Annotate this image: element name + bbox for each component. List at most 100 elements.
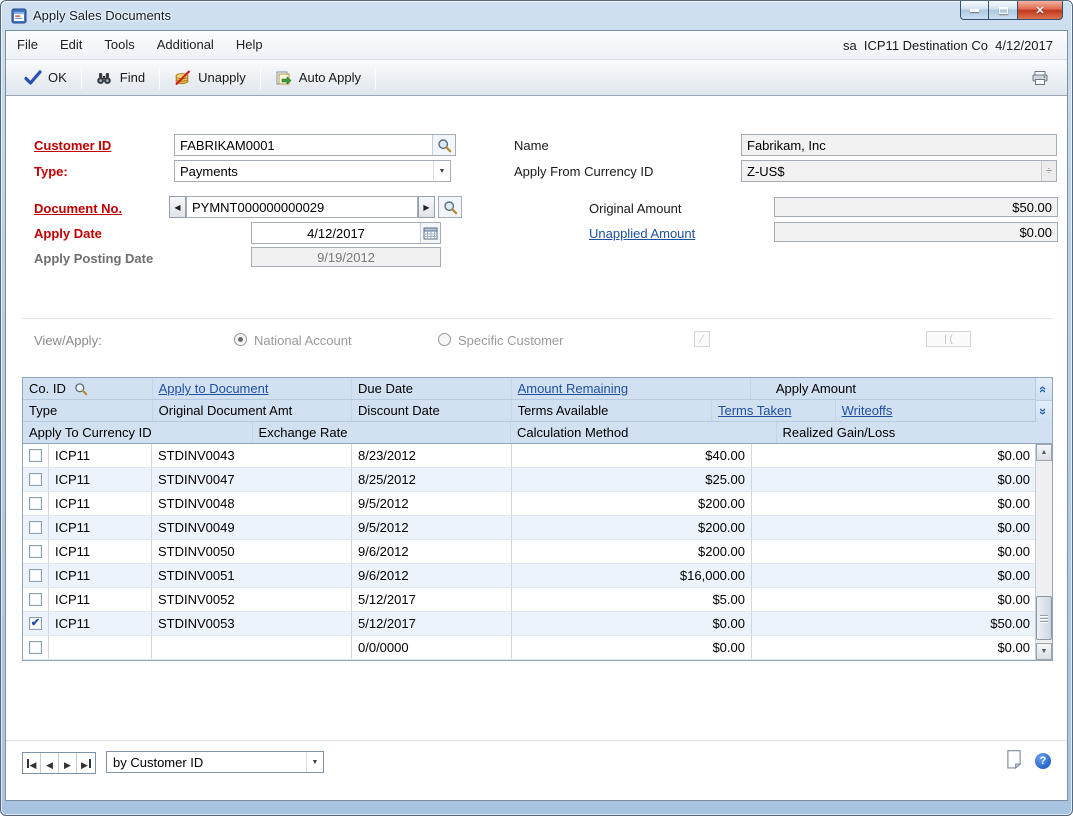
sort-by-dropdown[interactable]: by Customer ID <box>106 751 324 773</box>
cell-apply-amount[interactable]: $0.00 <box>752 540 1037 563</box>
magnifier-icon[interactable] <box>74 382 88 396</box>
maximize-button[interactable] <box>989 1 1017 20</box>
cell-co-id[interactable]: ICP11 <box>49 516 152 539</box>
row-checkbox[interactable] <box>29 617 42 630</box>
table-row[interactable]: ICP11STDINV00499/5/2012$200.00$0.00 <box>23 516 1052 540</box>
cell-apply-to-document[interactable]: STDINV0053 <box>152 612 352 635</box>
print-button[interactable] <box>1021 65 1059 91</box>
amount-remaining-header[interactable]: Amount Remaining <box>512 378 751 399</box>
writeoffs-header[interactable]: Writeoffs <box>836 400 1035 421</box>
cell-amount-remaining[interactable]: $16,000.00 <box>512 564 752 587</box>
document-no-value[interactable]: PYMNT000000000029 <box>187 200 417 215</box>
cell-due-date[interactable]: 8/25/2012 <box>352 468 512 491</box>
cell-apply-to-document[interactable]: STDINV0048 <box>152 492 352 515</box>
help-button[interactable] <box>1035 753 1051 769</box>
table-row[interactable]: ICP11STDINV00478/25/2012$25.00$0.00 <box>23 468 1052 492</box>
row-select-cell[interactable] <box>23 444 49 467</box>
cell-co-id[interactable]: ICP11 <box>49 612 152 635</box>
cell-amount-remaining[interactable]: $25.00 <box>512 468 752 491</box>
row-checkbox[interactable] <box>29 497 42 510</box>
menu-additional[interactable]: Additional <box>146 31 225 59</box>
cell-due-date[interactable]: 5/12/2017 <box>352 588 512 611</box>
cell-amount-remaining[interactable]: $40.00 <box>512 444 752 467</box>
scroll-down-button[interactable] <box>1036 643 1052 660</box>
cell-amount-remaining[interactable]: $200.00 <box>512 492 752 515</box>
grid-scrollbar[interactable] <box>1035 444 1052 660</box>
chevron-down-icon[interactable] <box>433 161 450 181</box>
cell-apply-to-document[interactable]: STDINV0052 <box>152 588 352 611</box>
cell-apply-amount[interactable]: $0.00 <box>752 516 1037 539</box>
cell-amount-remaining[interactable]: $0.00 <box>512 636 752 659</box>
cell-co-id[interactable]: ICP11 <box>49 444 152 467</box>
apply-date-value[interactable]: 4/12/2017 <box>252 226 420 241</box>
cell-apply-to-document[interactable] <box>152 636 352 659</box>
cell-co-id[interactable]: ICP11 <box>49 588 152 611</box>
row-select-cell[interactable] <box>23 516 49 539</box>
minimize-button[interactable] <box>960 1 989 20</box>
menu-edit[interactable]: Edit <box>49 31 93 59</box>
table-row[interactable]: 0/0/0000$0.00$0.00 <box>23 636 1052 660</box>
document-no-label[interactable]: Document No. <box>34 201 122 216</box>
table-row[interactable]: ICP11STDINV00509/6/2012$200.00$0.00 <box>23 540 1052 564</box>
apply-date-field[interactable]: 4/12/2017 <box>251 222 441 244</box>
next-record-button[interactable] <box>59 753 77 773</box>
close-button[interactable] <box>1017 1 1063 20</box>
cell-apply-to-document[interactable]: STDINV0050 <box>152 540 352 563</box>
row-checkbox[interactable] <box>29 569 42 582</box>
cell-apply-to-document[interactable]: STDINV0043 <box>152 444 352 467</box>
cell-apply-amount[interactable]: $0.00 <box>752 468 1037 491</box>
cell-apply-to-document[interactable]: STDINV0051 <box>152 564 352 587</box>
row-select-cell[interactable] <box>23 612 49 635</box>
cell-co-id[interactable] <box>49 636 152 659</box>
last-record-button[interactable] <box>77 753 95 773</box>
cell-apply-amount[interactable]: $50.00 <box>752 612 1037 635</box>
cell-due-date[interactable]: 8/23/2012 <box>352 444 512 467</box>
note-button[interactable] <box>1005 749 1025 770</box>
cell-co-id[interactable]: ICP11 <box>49 564 152 587</box>
calendar-button[interactable] <box>420 223 440 243</box>
table-row[interactable]: ICP11STDINV00438/23/2012$40.00$0.00 <box>23 444 1052 468</box>
table-row[interactable]: ICP11STDINV00489/5/2012$200.00$0.00 <box>23 492 1052 516</box>
row-select-cell[interactable] <box>23 636 49 659</box>
row-select-cell[interactable] <box>23 540 49 563</box>
row-select-cell[interactable] <box>23 588 49 611</box>
next-document-button[interactable] <box>418 196 435 218</box>
cell-apply-amount[interactable]: $0.00 <box>752 444 1037 467</box>
row-select-cell[interactable] <box>23 492 49 515</box>
terms-taken-header[interactable]: Terms Taken <box>712 400 836 421</box>
cell-due-date[interactable]: 9/5/2012 <box>352 516 512 539</box>
document-no-lookup-button[interactable] <box>438 196 462 218</box>
cell-apply-amount[interactable]: $0.00 <box>752 636 1037 659</box>
customer-id-field[interactable]: FABRIKAM0001 <box>174 134 456 156</box>
auto-apply-button[interactable]: Auto Apply <box>265 65 371 91</box>
cell-co-id[interactable]: ICP11 <box>49 492 152 515</box>
expand-detail-button[interactable] <box>1035 400 1052 422</box>
ok-button[interactable]: OK <box>14 65 77 91</box>
cell-amount-remaining[interactable]: $200.00 <box>512 540 752 563</box>
cell-due-date[interactable]: 9/5/2012 <box>352 492 512 515</box>
scrollbar-thumb[interactable] <box>1036 596 1052 640</box>
cell-apply-amount[interactable]: $0.00 <box>752 564 1037 587</box>
chevron-down-icon[interactable] <box>306 752 323 772</box>
row-checkbox[interactable] <box>29 593 42 606</box>
cell-amount-remaining[interactable]: $0.00 <box>512 612 752 635</box>
menu-help[interactable]: Help <box>225 31 274 59</box>
titlebar[interactable]: Apply Sales Documents <box>1 1 1072 30</box>
cell-due-date[interactable]: 9/6/2012 <box>352 564 512 587</box>
type-dropdown[interactable]: Payments <box>174 160 451 182</box>
menu-tools[interactable]: Tools <box>93 31 145 59</box>
first-record-button[interactable] <box>23 753 41 773</box>
previous-record-button[interactable] <box>41 753 59 773</box>
cell-apply-to-document[interactable]: STDINV0047 <box>152 468 352 491</box>
find-button[interactable]: Find <box>86 65 155 91</box>
table-row[interactable]: ICP11STDINV00525/12/2017$5.00$0.00 <box>23 588 1052 612</box>
row-checkbox[interactable] <box>29 449 42 462</box>
cell-co-id[interactable]: ICP11 <box>49 468 152 491</box>
row-checkbox[interactable] <box>29 641 42 654</box>
cell-due-date[interactable]: 9/6/2012 <box>352 540 512 563</box>
row-select-cell[interactable] <box>23 468 49 491</box>
customer-id-lookup-button[interactable] <box>432 135 455 155</box>
row-select-cell[interactable] <box>23 564 49 587</box>
row-checkbox[interactable] <box>29 545 42 558</box>
cell-apply-amount[interactable]: $0.00 <box>752 492 1037 515</box>
